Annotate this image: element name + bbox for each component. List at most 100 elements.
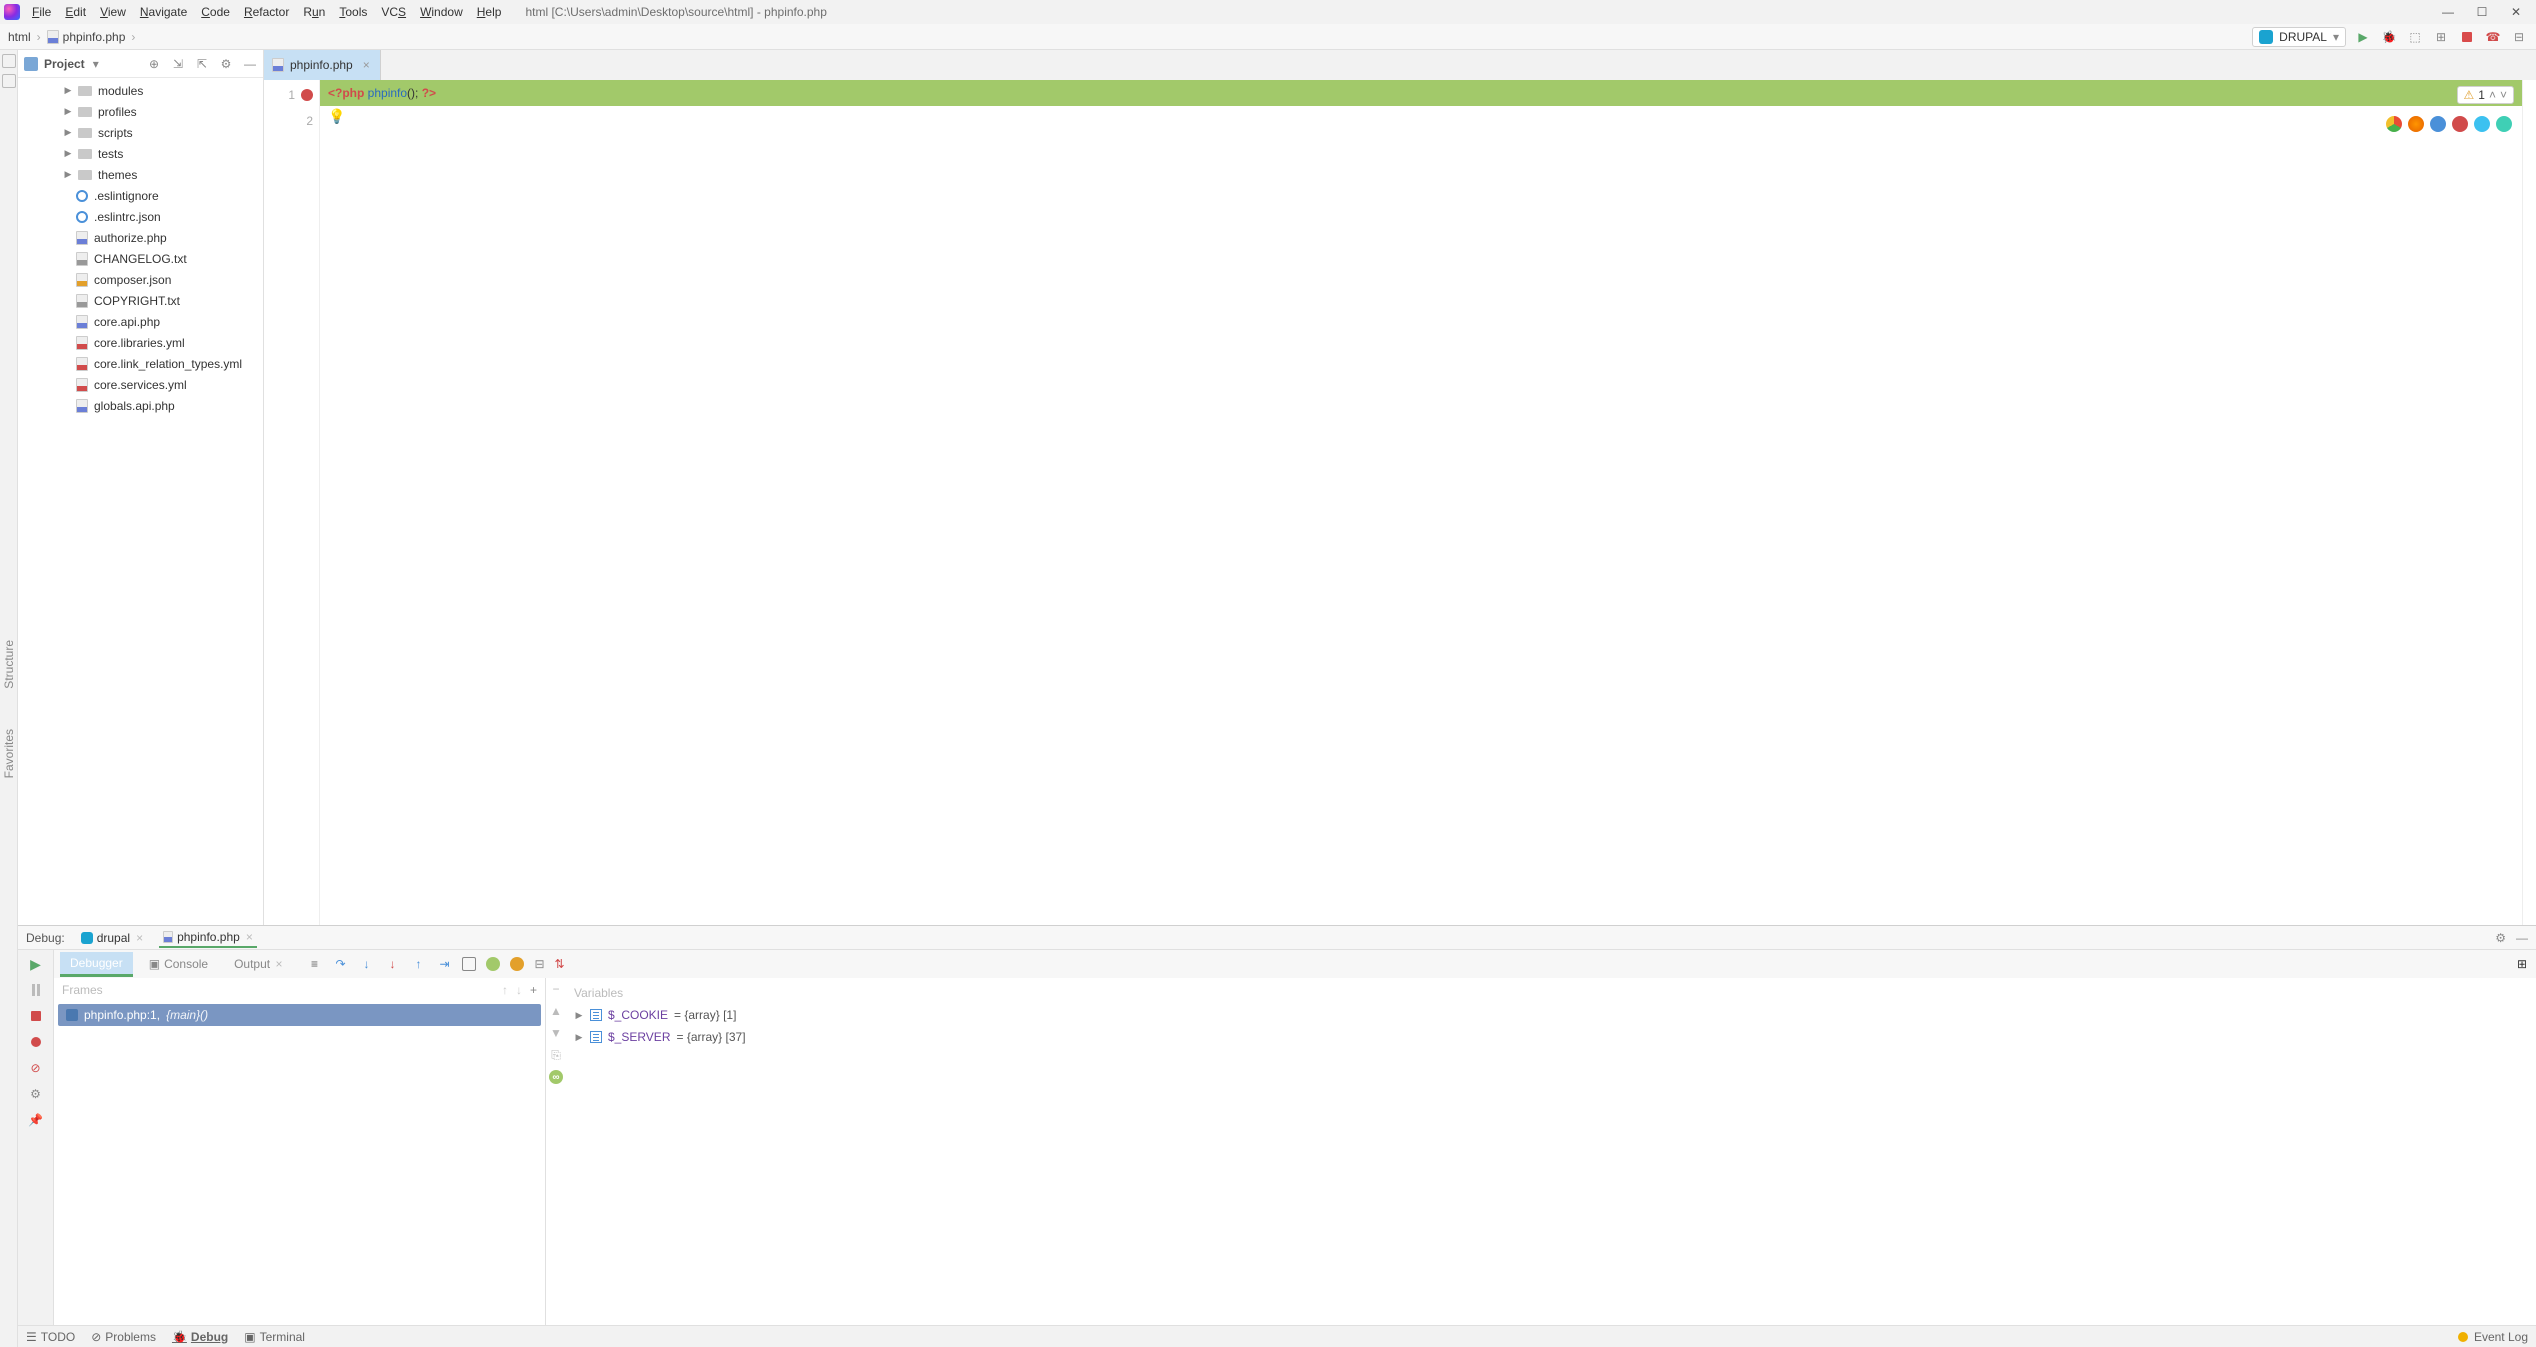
menu-file[interactable]: File	[26, 3, 57, 21]
coverage-button[interactable]: ⬚	[2406, 28, 2424, 46]
file-composer[interactable]: composer.json	[18, 269, 263, 290]
debug-settings-icon[interactable]: ⚙	[2495, 931, 2506, 945]
down-icon[interactable]: ▼	[549, 1026, 563, 1040]
close-icon[interactable]: ×	[246, 930, 253, 944]
add-frame-icon[interactable]: +	[530, 983, 537, 997]
debug-button[interactable]: 🐞	[2380, 28, 2398, 46]
hide-panel-icon[interactable]: —	[243, 57, 257, 71]
code-area[interactable]: <?php phpinfo(); ?> 💡 ⚠ 1 ˄ ˅	[320, 80, 2522, 925]
breadcrumb-file[interactable]: phpinfo.php›	[47, 30, 138, 44]
folder-themes[interactable]: ▶themes	[18, 164, 263, 185]
infinite-icon[interactable]: ∞	[549, 1070, 563, 1084]
event-log-tool[interactable]: Event Log	[2474, 1330, 2528, 1344]
file-eslintignore[interactable]: .eslintignore	[18, 185, 263, 206]
file-corelibs[interactable]: core.libraries.yml	[18, 332, 263, 353]
minimize-button[interactable]: —	[2436, 3, 2460, 21]
stop-debug-button[interactable]	[28, 1008, 44, 1024]
resume-button[interactable]: ▶	[28, 956, 44, 972]
run-configuration-selector[interactable]: DRUPAL ▾	[2252, 27, 2346, 47]
hide-debug-icon[interactable]: —	[2516, 931, 2528, 945]
ie-icon[interactable]	[2474, 116, 2490, 132]
next-frame-icon[interactable]: ↓	[516, 983, 522, 997]
file-corelink[interactable]: core.link_relation_types.yml	[18, 353, 263, 374]
mute-breakpoints-button[interactable]: ⊘	[28, 1060, 44, 1076]
step-out-icon[interactable]: ↑	[410, 956, 426, 972]
menu-help[interactable]: Help	[471, 3, 508, 21]
select-opened-icon[interactable]: ⊕	[147, 57, 161, 71]
close-icon[interactable]: ×	[136, 931, 143, 945]
variable-server[interactable]: ▶ $_SERVER = {array} [37]	[566, 1026, 2536, 1048]
problems-tool[interactable]: ⊘Problems	[91, 1330, 156, 1344]
menu-vcs[interactable]: VCS	[375, 3, 412, 21]
favorites-tool[interactable]: Favorites	[2, 729, 16, 778]
file-globalsapi[interactable]: globals.api.php	[18, 395, 263, 416]
expand-icon[interactable]: ▶	[574, 1032, 584, 1043]
force-step-into-icon[interactable]: ↓	[384, 956, 400, 972]
intention-bulb-icon[interactable]: 💡	[328, 108, 345, 125]
inspection-widget[interactable]: ⚠ 1 ˄ ˅	[2457, 86, 2514, 104]
menu-run[interactable]: Run	[297, 3, 331, 21]
debug-tool[interactable]: 🐞Debug	[172, 1330, 228, 1344]
memory-icon[interactable]	[510, 957, 524, 971]
file-copyright[interactable]: COPYRIGHT.txt	[18, 290, 263, 311]
stack-frame[interactable]: phpinfo.php:1, {main}()	[58, 1004, 541, 1026]
tab-phpinfo[interactable]: phpinfo.php ×	[264, 50, 381, 80]
console-tab[interactable]: ▣Console	[139, 953, 218, 975]
trace-icon[interactable]	[486, 957, 500, 971]
folder-tests[interactable]: ▶tests	[18, 143, 263, 164]
minus-icon[interactable]: −	[549, 982, 563, 996]
structure-tool[interactable]: Structure	[2, 640, 16, 689]
run-to-cursor-icon[interactable]: ⇥	[436, 956, 452, 972]
chrome-icon[interactable]	[2386, 116, 2402, 132]
folder-modules[interactable]: ▶modules	[18, 80, 263, 101]
chevron-down-icon[interactable]: ▾	[93, 57, 99, 71]
layout-settings-icon[interactable]: ⊞	[2514, 956, 2530, 972]
firefox-icon[interactable]	[2408, 116, 2424, 132]
menu-navigate[interactable]: Navigate	[134, 3, 193, 21]
file-eslintrc[interactable]: .eslintrc.json	[18, 206, 263, 227]
expand-icon[interactable]: ▶	[574, 1010, 584, 1021]
expand-all-icon[interactable]: ⇲	[171, 57, 185, 71]
copy-icon[interactable]: ⎘	[549, 1048, 563, 1062]
menu-view[interactable]: View	[94, 3, 132, 21]
step-over-icon[interactable]: ↷	[332, 956, 348, 972]
thread-list-icon[interactable]: ⊟	[534, 957, 544, 971]
close-icon[interactable]: ×	[275, 957, 282, 971]
editor-body[interactable]: 1 2 <?php phpinfo(); ?> 💡 ⚠	[264, 80, 2536, 925]
prev-frame-icon[interactable]: ↑	[502, 983, 508, 997]
debug-tab-phpinfo[interactable]: phpinfo.php×	[159, 928, 257, 948]
search-everywhere-button[interactable]: ⊟	[2510, 28, 2528, 46]
view-breakpoints-button[interactable]	[28, 1034, 44, 1050]
variable-cookie[interactable]: ▶ $_COOKIE = {array} [1]	[566, 1004, 2536, 1026]
breakpoint-icon[interactable]	[301, 89, 313, 101]
todo-tool[interactable]: ☰TODO	[26, 1330, 75, 1344]
folder-profiles[interactable]: ▶profiles	[18, 101, 263, 122]
output-tab[interactable]: Output ×	[224, 953, 292, 975]
project-tool-icon[interactable]	[2, 54, 16, 68]
settings-icon[interactable]: ⚙	[219, 57, 233, 71]
menu-tools[interactable]: Tools	[333, 3, 373, 21]
menu-window[interactable]: Window	[414, 3, 469, 21]
collapse-all-icon[interactable]: ⇱	[195, 57, 209, 71]
terminal-tool[interactable]: ▣Terminal	[244, 1330, 305, 1344]
file-changelog[interactable]: CHANGELOG.txt	[18, 248, 263, 269]
stop-button[interactable]	[2458, 28, 2476, 46]
run-button[interactable]: ▶	[2354, 28, 2372, 46]
debug-tab-drupal[interactable]: drupal×	[77, 929, 147, 947]
file-authorize[interactable]: authorize.php	[18, 227, 263, 248]
file-coreservices[interactable]: core.services.yml	[18, 374, 263, 395]
pause-button[interactable]	[28, 982, 44, 998]
maximize-button[interactable]: ☐	[2470, 3, 2494, 21]
opera-icon[interactable]	[2452, 116, 2468, 132]
debug-settings-button[interactable]: ⚙	[28, 1086, 44, 1102]
menu-code[interactable]: Code	[195, 3, 236, 21]
evaluate-expression-icon[interactable]	[462, 957, 476, 971]
file-coreapi[interactable]: core.api.php	[18, 311, 263, 332]
close-tab-icon[interactable]: ×	[363, 58, 370, 72]
sort-icon[interactable]: ⇅	[555, 957, 565, 971]
folder-scripts[interactable]: ▶scripts	[18, 122, 263, 143]
debugger-tab[interactable]: Debugger	[60, 952, 133, 977]
breadcrumb-root[interactable]: html›	[8, 30, 43, 44]
profile-button[interactable]: ⊞	[2432, 28, 2450, 46]
commit-tool-icon[interactable]	[2, 74, 16, 88]
